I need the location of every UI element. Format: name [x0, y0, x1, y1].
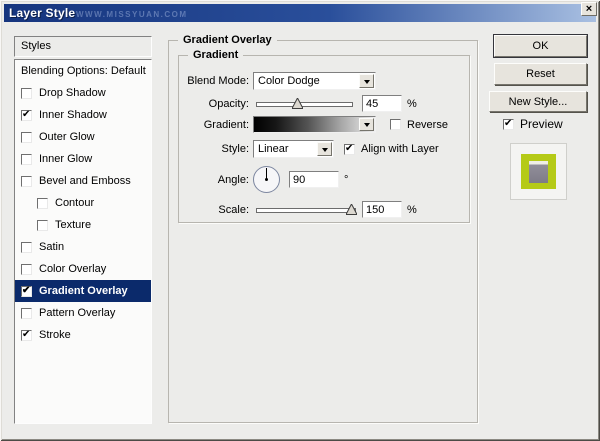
style-checkbox[interactable] — [21, 242, 32, 253]
scale-unit: % — [407, 204, 417, 216]
style-checkbox[interactable] — [21, 264, 32, 275]
opacity-input[interactable] — [362, 95, 402, 112]
list-item-blending-options[interactable]: Blending Options: Default — [15, 60, 151, 82]
reset-button[interactable]: Reset — [494, 63, 587, 85]
angle-input[interactable] — [289, 171, 339, 188]
list-item-label: Drop Shadow — [39, 87, 106, 99]
preview-label: Preview — [520, 117, 563, 131]
gradient-label: Gradient: — [179, 119, 249, 131]
list-item[interactable]: Stroke — [15, 324, 151, 346]
align-checkbox[interactable] — [344, 144, 355, 155]
list-item[interactable]: Color Overlay — [15, 258, 151, 280]
dialog-title: Layer Style — [4, 6, 75, 20]
list-item-label: Satin — [39, 241, 64, 253]
opacity-slider-thumb[interactable] — [292, 98, 303, 109]
preview-checkbox[interactable] — [503, 119, 514, 130]
blend-mode-value: Color Dodge — [258, 75, 320, 87]
gradient-group: Gradient Blend Mode: Color Dodge Opacity… — [178, 55, 470, 223]
opacity-slider[interactable] — [256, 97, 353, 111]
style-checkbox[interactable] — [21, 110, 32, 121]
gradient-group-title: Gradient — [188, 49, 243, 61]
list-item-label: Texture — [55, 219, 91, 231]
list-item-label: Bevel and Emboss — [39, 175, 131, 187]
list-item-label: Inner Glow — [39, 153, 92, 165]
style-dropdown-button[interactable] — [317, 142, 332, 156]
list-item-label: Pattern Overlay — [39, 307, 115, 319]
list-item-label: Outer Glow — [39, 131, 95, 143]
list-item[interactable]: Inner Glow — [15, 148, 151, 170]
style-checkbox[interactable] — [21, 132, 32, 143]
list-item-label: Contour — [55, 197, 94, 209]
preview-gradient-swatch — [529, 161, 548, 183]
style-checkbox[interactable] — [21, 286, 32, 297]
list-item[interactable]: Gradient Overlay — [15, 280, 151, 302]
watermark-text: www.missyuan.com — [76, 10, 188, 19]
blend-mode-label: Blend Mode: — [179, 75, 249, 87]
gradient-dropdown-button[interactable] — [359, 118, 374, 131]
style-checkbox[interactable] — [21, 154, 32, 165]
style-checkbox[interactable] — [21, 330, 32, 341]
list-item[interactable]: Texture — [15, 214, 151, 236]
list-item[interactable]: Satin — [15, 236, 151, 258]
opacity-slider-groove[interactable] — [256, 102, 353, 107]
scale-slider[interactable] — [256, 203, 356, 217]
gradient-overlay-group-title: Gradient Overlay — [178, 34, 277, 46]
blend-mode-dropdown-button[interactable] — [359, 74, 374, 88]
styles-list: Blending Options: Default Drop Shadow In… — [14, 59, 152, 424]
list-item[interactable]: Drop Shadow — [15, 82, 151, 104]
chevron-down-icon — [322, 148, 328, 155]
list-item-label: Inner Shadow — [39, 109, 107, 121]
blending-options-label: Blending Options: Default — [21, 65, 146, 77]
angle-unit: ° — [344, 174, 348, 186]
style-label: Style: — [179, 143, 249, 155]
gradient-preview-well[interactable] — [253, 116, 376, 133]
gradient-overlay-group: Gradient Overlay Gradient Blend Mode: Co… — [168, 40, 478, 423]
align-label: Align with Layer — [361, 143, 439, 155]
ok-button[interactable]: OK — [494, 35, 587, 57]
layer-preview-thumbnail — [510, 143, 567, 200]
preview-stroke-swatch — [521, 154, 556, 189]
scale-input[interactable] — [362, 201, 402, 218]
list-item-label: Gradient Overlay — [39, 285, 128, 297]
close-icon: × — [586, 4, 592, 15]
style-checkbox[interactable] — [21, 176, 32, 187]
style-checkbox[interactable] — [37, 220, 48, 231]
list-item[interactable]: Pattern Overlay — [15, 302, 151, 324]
angle-dial[interactable] — [253, 166, 280, 193]
chevron-down-icon — [364, 123, 370, 130]
list-item[interactable]: Outer Glow — [15, 126, 151, 148]
list-item[interactable]: Contour — [15, 192, 151, 214]
style-value: Linear — [258, 143, 289, 155]
scale-slider-groove[interactable] — [256, 208, 356, 213]
chevron-down-icon — [364, 80, 370, 87]
blend-mode-dropdown[interactable]: Color Dodge — [253, 72, 376, 90]
angle-label: Angle: — [179, 174, 249, 186]
reverse-checkbox[interactable] — [390, 119, 401, 130]
style-checkbox[interactable] — [37, 198, 48, 209]
close-button[interactable]: × — [581, 2, 597, 16]
scale-label: Scale: — [179, 204, 249, 216]
reverse-label: Reverse — [407, 119, 448, 131]
title-bar[interactable]: Layer Style www.missyuan.com — [4, 4, 596, 22]
style-checkbox[interactable] — [21, 88, 32, 99]
layer-style-dialog: Layer Style www.missyuan.com × Styles Bl… — [0, 0, 600, 441]
styles-panel-header: Styles — [14, 36, 152, 57]
list-item-label: Color Overlay — [39, 263, 106, 275]
style-checkbox[interactable] — [21, 308, 32, 319]
list-item[interactable]: Bevel and Emboss — [15, 170, 151, 192]
scale-slider-thumb[interactable] — [346, 204, 357, 215]
style-dropdown[interactable]: Linear — [253, 140, 334, 158]
opacity-label: Opacity: — [179, 98, 249, 110]
opacity-unit: % — [407, 98, 417, 110]
new-style-button[interactable]: New Style... — [489, 91, 587, 112]
list-item[interactable]: Inner Shadow — [15, 104, 151, 126]
list-item-label: Stroke — [39, 329, 71, 341]
